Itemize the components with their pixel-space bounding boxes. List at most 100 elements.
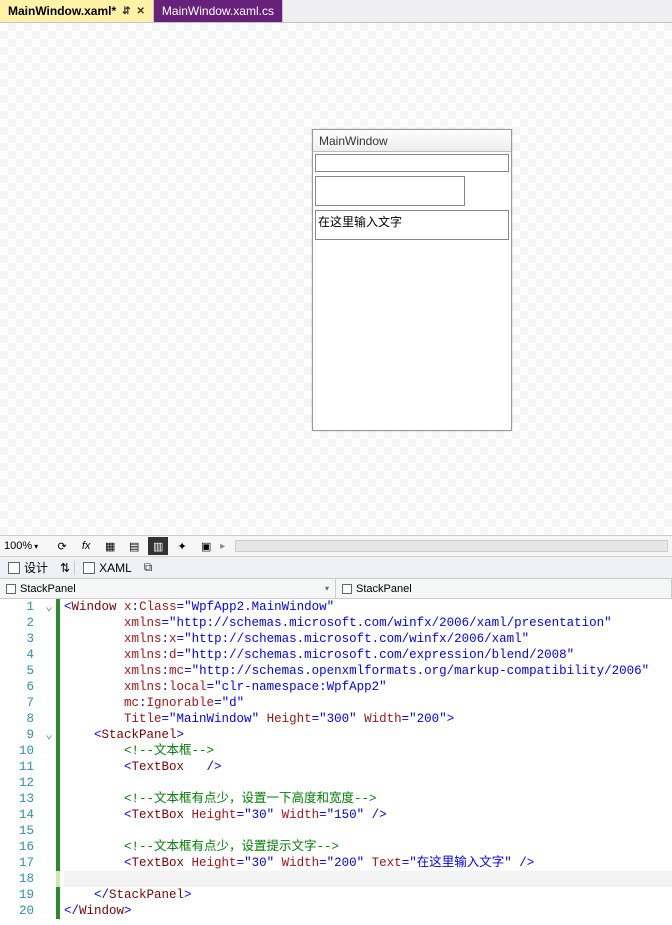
preview-stackpanel: 在这里输入文字 <box>313 152 511 430</box>
fold-toggle <box>42 647 56 663</box>
navigator-left-dropdown[interactable]: StackPanel ▾ <box>0 579 336 598</box>
crosshair-button[interactable]: ✦ <box>172 537 192 555</box>
grid-button-2[interactable]: ▤ <box>124 537 144 555</box>
code-line[interactable]: </Window> <box>64 903 672 919</box>
preview-window-title: MainWindow <box>313 130 511 152</box>
fold-toggle[interactable]: ⌄ <box>42 727 56 743</box>
fold-toggle <box>42 871 56 887</box>
zoom-dropdown[interactable]: 100% ▾ <box>4 540 38 552</box>
zoom-label: 100% <box>4 540 32 552</box>
tab-label: MainWindow.xaml* <box>8 4 116 18</box>
popout-icon[interactable]: ⧉ <box>144 560 153 575</box>
tab-mainwindow-xaml[interactable]: MainWindow.xaml* ⇵ ✕ <box>0 0 154 22</box>
design-view-icon <box>8 562 20 574</box>
code-content[interactable]: <Window x:Class="WpfApp2.MainWindow" xml… <box>60 599 672 925</box>
code-line[interactable]: xmlns:d="http://schemas.microsoft.com/ex… <box>64 647 672 663</box>
line-number: 1 <box>0 599 34 615</box>
line-number: 3 <box>0 631 34 647</box>
snap-button[interactable]: ▥ <box>148 537 168 555</box>
fold-toggle <box>42 743 56 759</box>
line-number: 15 <box>0 823 34 839</box>
xaml-code-editor[interactable]: 1234567891011121314151617181920 ⌄⌄ <Wind… <box>0 599 672 925</box>
line-number: 5 <box>0 663 34 679</box>
fold-column[interactable]: ⌄⌄ <box>42 599 56 925</box>
fold-toggle <box>42 695 56 711</box>
xaml-view-icon <box>83 562 95 574</box>
code-line[interactable]: <TextBox Height="30" Width="150" /> <box>64 807 672 823</box>
code-line[interactable]: <!--文本框--> <box>64 743 672 759</box>
fold-toggle <box>42 775 56 791</box>
code-line[interactable]: <TextBox Height="30" Width="200" Text="在… <box>64 855 672 871</box>
snap-icon: ▥ <box>153 540 163 553</box>
line-number: 18 <box>0 871 34 887</box>
navigator-right-dropdown[interactable]: StackPanel <box>336 579 672 598</box>
line-number: 9 <box>0 727 34 743</box>
fold-toggle[interactable]: ⌄ <box>42 599 56 615</box>
grid-button-1[interactable]: ▦ <box>100 537 120 555</box>
code-line[interactable]: </StackPanel> <box>64 887 672 903</box>
xaml-view-button[interactable]: XAML <box>75 557 140 578</box>
preview-textbox-1[interactable] <box>315 154 509 172</box>
line-number: 12 <box>0 775 34 791</box>
code-line[interactable] <box>64 871 672 887</box>
pin-icon[interactable]: ⇵ <box>122 6 130 17</box>
preview-textbox-3-text: 在这里输入文字 <box>318 215 402 229</box>
code-line[interactable] <box>64 823 672 839</box>
editor-tab-strip: MainWindow.xaml* ⇵ ✕ MainWindow.xaml.cs <box>0 0 672 23</box>
code-line[interactable]: <!--文本框有点少，设置一下高度和宽度--> <box>64 791 672 807</box>
crosshair-icon: ✦ <box>178 540 187 553</box>
line-number: 2 <box>0 615 34 631</box>
swap-panes-button[interactable]: ⇅ <box>56 557 74 578</box>
xaml-design-surface[interactable]: MainWindow 在这里输入文字 <box>0 23 672 535</box>
code-line[interactable]: <TextBox /> <box>64 759 672 775</box>
line-number: 20 <box>0 903 34 919</box>
navigator-right-label: StackPanel <box>356 583 412 595</box>
code-line[interactable] <box>64 775 672 791</box>
chevron-right-icon: ▸ <box>220 541 225 552</box>
designer-horizontal-scrollbar[interactable] <box>235 540 668 552</box>
line-number: 19 <box>0 887 34 903</box>
fold-toggle <box>42 663 56 679</box>
preview-textbox-2[interactable] <box>315 176 465 206</box>
xaml-view-label: XAML <box>99 561 132 575</box>
preview-textbox-3[interactable]: 在这里输入文字 <box>315 210 509 240</box>
code-line[interactable]: <StackPanel> <box>64 727 672 743</box>
line-number: 4 <box>0 647 34 663</box>
designer-tool-row: 100% ▾ ⟳ fx ▦ ▤ ▥ ✦ ▣ ▸ <box>0 535 672 557</box>
fold-toggle <box>42 631 56 647</box>
design-view-label: 设计 <box>24 559 48 576</box>
fold-toggle <box>42 839 56 855</box>
design-xaml-nav: 设计 ⇅ XAML ⧉ <box>0 557 672 579</box>
chevron-down-icon: ▾ <box>325 584 329 593</box>
code-line[interactable]: xmlns:local="clr-namespace:WpfApp2" <box>64 679 672 695</box>
refresh-button[interactable]: ⟳ <box>52 537 72 555</box>
design-view-button[interactable]: 设计 <box>0 557 56 578</box>
fold-toggle <box>42 887 56 903</box>
tab-mainwindow-xaml-cs[interactable]: MainWindow.xaml.cs <box>154 0 283 22</box>
navigator-left-label: StackPanel <box>20 583 76 595</box>
fold-toggle <box>42 615 56 631</box>
code-line[interactable]: xmlns="http://schemas.microsoft.com/winf… <box>64 615 672 631</box>
code-line[interactable]: <!--文本框有点少，设置提示文字--> <box>64 839 672 855</box>
line-number: 11 <box>0 759 34 775</box>
line-number: 7 <box>0 695 34 711</box>
code-line[interactable]: xmlns:mc="http://schemas.openxmlformats.… <box>64 663 672 679</box>
code-line[interactable]: xmlns:x="http://schemas.microsoft.com/wi… <box>64 631 672 647</box>
line-number: 6 <box>0 679 34 695</box>
element-icon <box>6 584 16 594</box>
preview-window[interactable]: MainWindow 在这里输入文字 <box>312 129 512 431</box>
grid-icon: ▦ <box>105 540 115 553</box>
code-line[interactable]: <Window x:Class="WpfApp2.MainWindow" <box>64 599 672 615</box>
close-icon[interactable]: ✕ <box>137 6 145 17</box>
effects-icon: ▣ <box>201 540 211 553</box>
code-line[interactable]: mc:Ignorable="d" <box>64 695 672 711</box>
line-number: 13 <box>0 791 34 807</box>
line-number: 10 <box>0 743 34 759</box>
fx-button[interactable]: fx <box>76 537 96 555</box>
code-line[interactable]: Title="MainWindow" Height="300" Width="2… <box>64 711 672 727</box>
effects-button[interactable]: ▣ <box>196 537 216 555</box>
line-number: 17 <box>0 855 34 871</box>
fold-toggle <box>42 903 56 919</box>
line-number: 16 <box>0 839 34 855</box>
line-number: 14 <box>0 807 34 823</box>
